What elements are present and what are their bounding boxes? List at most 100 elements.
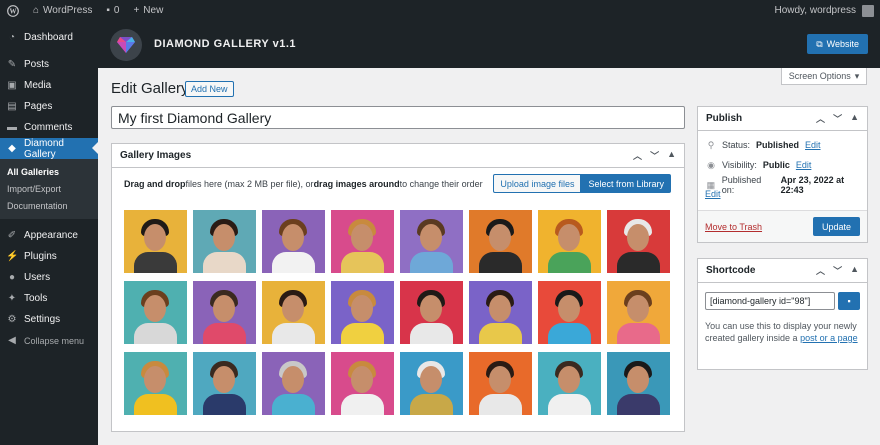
box-controls: ︿ ﹀ ▲ (816, 264, 867, 277)
portrait-body (203, 252, 246, 273)
gallery-image-thumbnail[interactable] (262, 281, 325, 344)
submenu-import-export[interactable]: Import/Export (0, 180, 98, 197)
portrait-body (548, 323, 591, 344)
gallery-image-thumbnail[interactable] (400, 281, 463, 344)
gallery-image-thumbnail[interactable] (538, 352, 601, 415)
move-up-icon[interactable]: ︿ (816, 112, 825, 125)
add-new-button[interactable]: Add New (185, 81, 234, 97)
sidebar-item-posts[interactable]: ✎ Posts (0, 54, 98, 75)
gallery-image-thumbnail[interactable] (469, 281, 532, 344)
gallery-image-thumbnail[interactable] (331, 281, 394, 344)
move-to-trash-link[interactable]: Move to Trash (705, 222, 762, 232)
gallery-image-thumbnail[interactable] (331, 210, 394, 273)
gallery-image-thumbnail[interactable] (607, 281, 670, 344)
screen-options-button[interactable]: Screen Options ▾ (781, 68, 867, 85)
dashboard-icon: ◔ (8, 32, 16, 43)
publish-header: Publish ︿ ﹀ ▲ (698, 107, 867, 131)
caret-down-icon: ▾ (854, 70, 860, 81)
portrait-body (341, 323, 384, 344)
gallery-image-thumbnail[interactable] (193, 210, 256, 273)
portrait-face (627, 224, 649, 251)
portrait-face (351, 366, 373, 393)
admin-bar-account[interactable]: Howdy, wordpress (774, 4, 880, 17)
sidebar-item-tools[interactable]: ✦ Tools (0, 288, 98, 309)
gallery-image-thumbnail[interactable] (262, 210, 325, 273)
gallery-image-thumbnail[interactable] (193, 281, 256, 344)
howdy-text: Howdy, wordpress (774, 5, 856, 16)
avatar (862, 4, 874, 17)
gallery-image-thumbnail[interactable] (124, 210, 187, 273)
edit-visibility-link[interactable]: Edit (796, 160, 812, 170)
gallery-image-thumbnail[interactable] (607, 210, 670, 273)
move-up-icon[interactable]: ︿ (816, 264, 825, 277)
collapse-icon: ◀ (8, 335, 16, 346)
box-title: Shortcode (706, 265, 756, 276)
website-label: Website (826, 39, 859, 49)
gallery-title-input[interactable]: My first Diamond Gallery (111, 106, 685, 129)
media-icon: ▣ (7, 80, 17, 91)
new-label: New (143, 5, 164, 16)
submenu-all-galleries[interactable]: All Galleries (0, 163, 98, 180)
sidebar-item-comments[interactable]: ▬ Comments (0, 117, 98, 138)
portrait-face (351, 295, 373, 322)
plugin-icon: ⚡ (6, 251, 19, 262)
gallery-image-thumbnail[interactable] (538, 210, 601, 273)
publish-actions: Move to Trash Update (698, 210, 867, 242)
shortcode-input[interactable]: [diamond-gallery id="98"] (705, 292, 836, 310)
upload-image-files-button[interactable]: Upload image files (493, 174, 582, 193)
wordpress-logo-icon[interactable]: W (0, 0, 26, 21)
sidebar-item-appearance[interactable]: ✐ Appearance (0, 225, 98, 246)
edit-date-link[interactable]: Edit (705, 189, 721, 199)
move-down-icon[interactable]: ﹀ (833, 264, 842, 277)
comment-bubble-icon: ▪ (106, 5, 110, 16)
gallery-image-thumbnail[interactable] (607, 352, 670, 415)
collapse-menu-button[interactable]: ◀ Collapse menu (0, 330, 98, 351)
sidebar-item-users[interactable]: ● Users (0, 267, 98, 288)
sidebar-item-media[interactable]: ▣ Media (0, 75, 98, 96)
select-from-library-button[interactable]: Select from Library (581, 174, 671, 193)
sidebar-item-label: Posts (24, 59, 50, 70)
gallery-image-thumbnail[interactable] (538, 281, 601, 344)
gallery-image-thumbnail[interactable] (469, 352, 532, 415)
published-value: Apr 23, 2022 at 22:43 (780, 175, 845, 195)
update-button[interactable]: Update (812, 217, 860, 236)
toggle-panel-icon[interactable]: ▲ (850, 112, 859, 125)
admin-bar-new[interactable]: + New (126, 0, 170, 21)
gallery-image-thumbnail[interactable] (124, 352, 187, 415)
toggle-panel-icon[interactable]: ▲ (667, 149, 676, 162)
submenu-documentation[interactable]: Documentation (0, 197, 98, 214)
admin-bar-comments[interactable]: ▪ 0 (99, 0, 126, 21)
collapse-menu-label: Collapse menu (24, 335, 85, 346)
post-or-page-link[interactable]: post or a page (800, 333, 858, 343)
move-down-icon[interactable]: ﹀ (833, 112, 842, 125)
drag-text-bold: drag images around (313, 179, 400, 189)
sidebar-item-pages[interactable]: ▤ Pages (0, 96, 98, 117)
admin-bar-site[interactable]: ⌂ WordPress (26, 0, 99, 21)
sidebar-item-settings[interactable]: ⚙ Settings (0, 309, 98, 330)
gallery-image-thumbnail[interactable] (331, 352, 394, 415)
diamond-icon: ◆ (8, 143, 16, 154)
sidebar-item-diamond-gallery[interactable]: ◆ Diamond Gallery (0, 138, 98, 160)
publish-date-row: ▦ Published on: Apr 23, 2022 at 22:43 (698, 175, 867, 195)
move-up-icon[interactable]: ︿ (633, 149, 642, 162)
portrait-body (410, 323, 453, 344)
portrait-face (144, 224, 166, 251)
gallery-image-thumbnail[interactable] (400, 352, 463, 415)
gallery-image-thumbnail[interactable] (124, 281, 187, 344)
gallery-image-thumbnail[interactable] (469, 210, 532, 273)
sidebar-item-dashboard[interactable]: ◔ Dashboard (0, 27, 98, 48)
gallery-image-thumbnail[interactable] (400, 210, 463, 273)
upload-button-group: Upload image files Select from Library (493, 174, 671, 193)
gallery-image-thumbnail[interactable] (193, 352, 256, 415)
move-down-icon[interactable]: ﹀ (650, 149, 659, 162)
toggle-panel-icon[interactable]: ▲ (850, 264, 859, 277)
sidebar-item-plugins[interactable]: ⚡ Plugins (0, 246, 98, 267)
gallery-image-thumbnail[interactable] (262, 352, 325, 415)
eye-icon: ◉ (707, 159, 715, 170)
box-controls: ︿ ﹀ ▲ (816, 112, 867, 125)
portrait-face (213, 224, 235, 251)
website-button[interactable]: ⧉ Website (807, 34, 868, 54)
edit-status-link[interactable]: Edit (805, 140, 821, 150)
copy-shortcode-button[interactable]: ▪ (838, 292, 860, 310)
svg-text:W: W (10, 7, 17, 15)
